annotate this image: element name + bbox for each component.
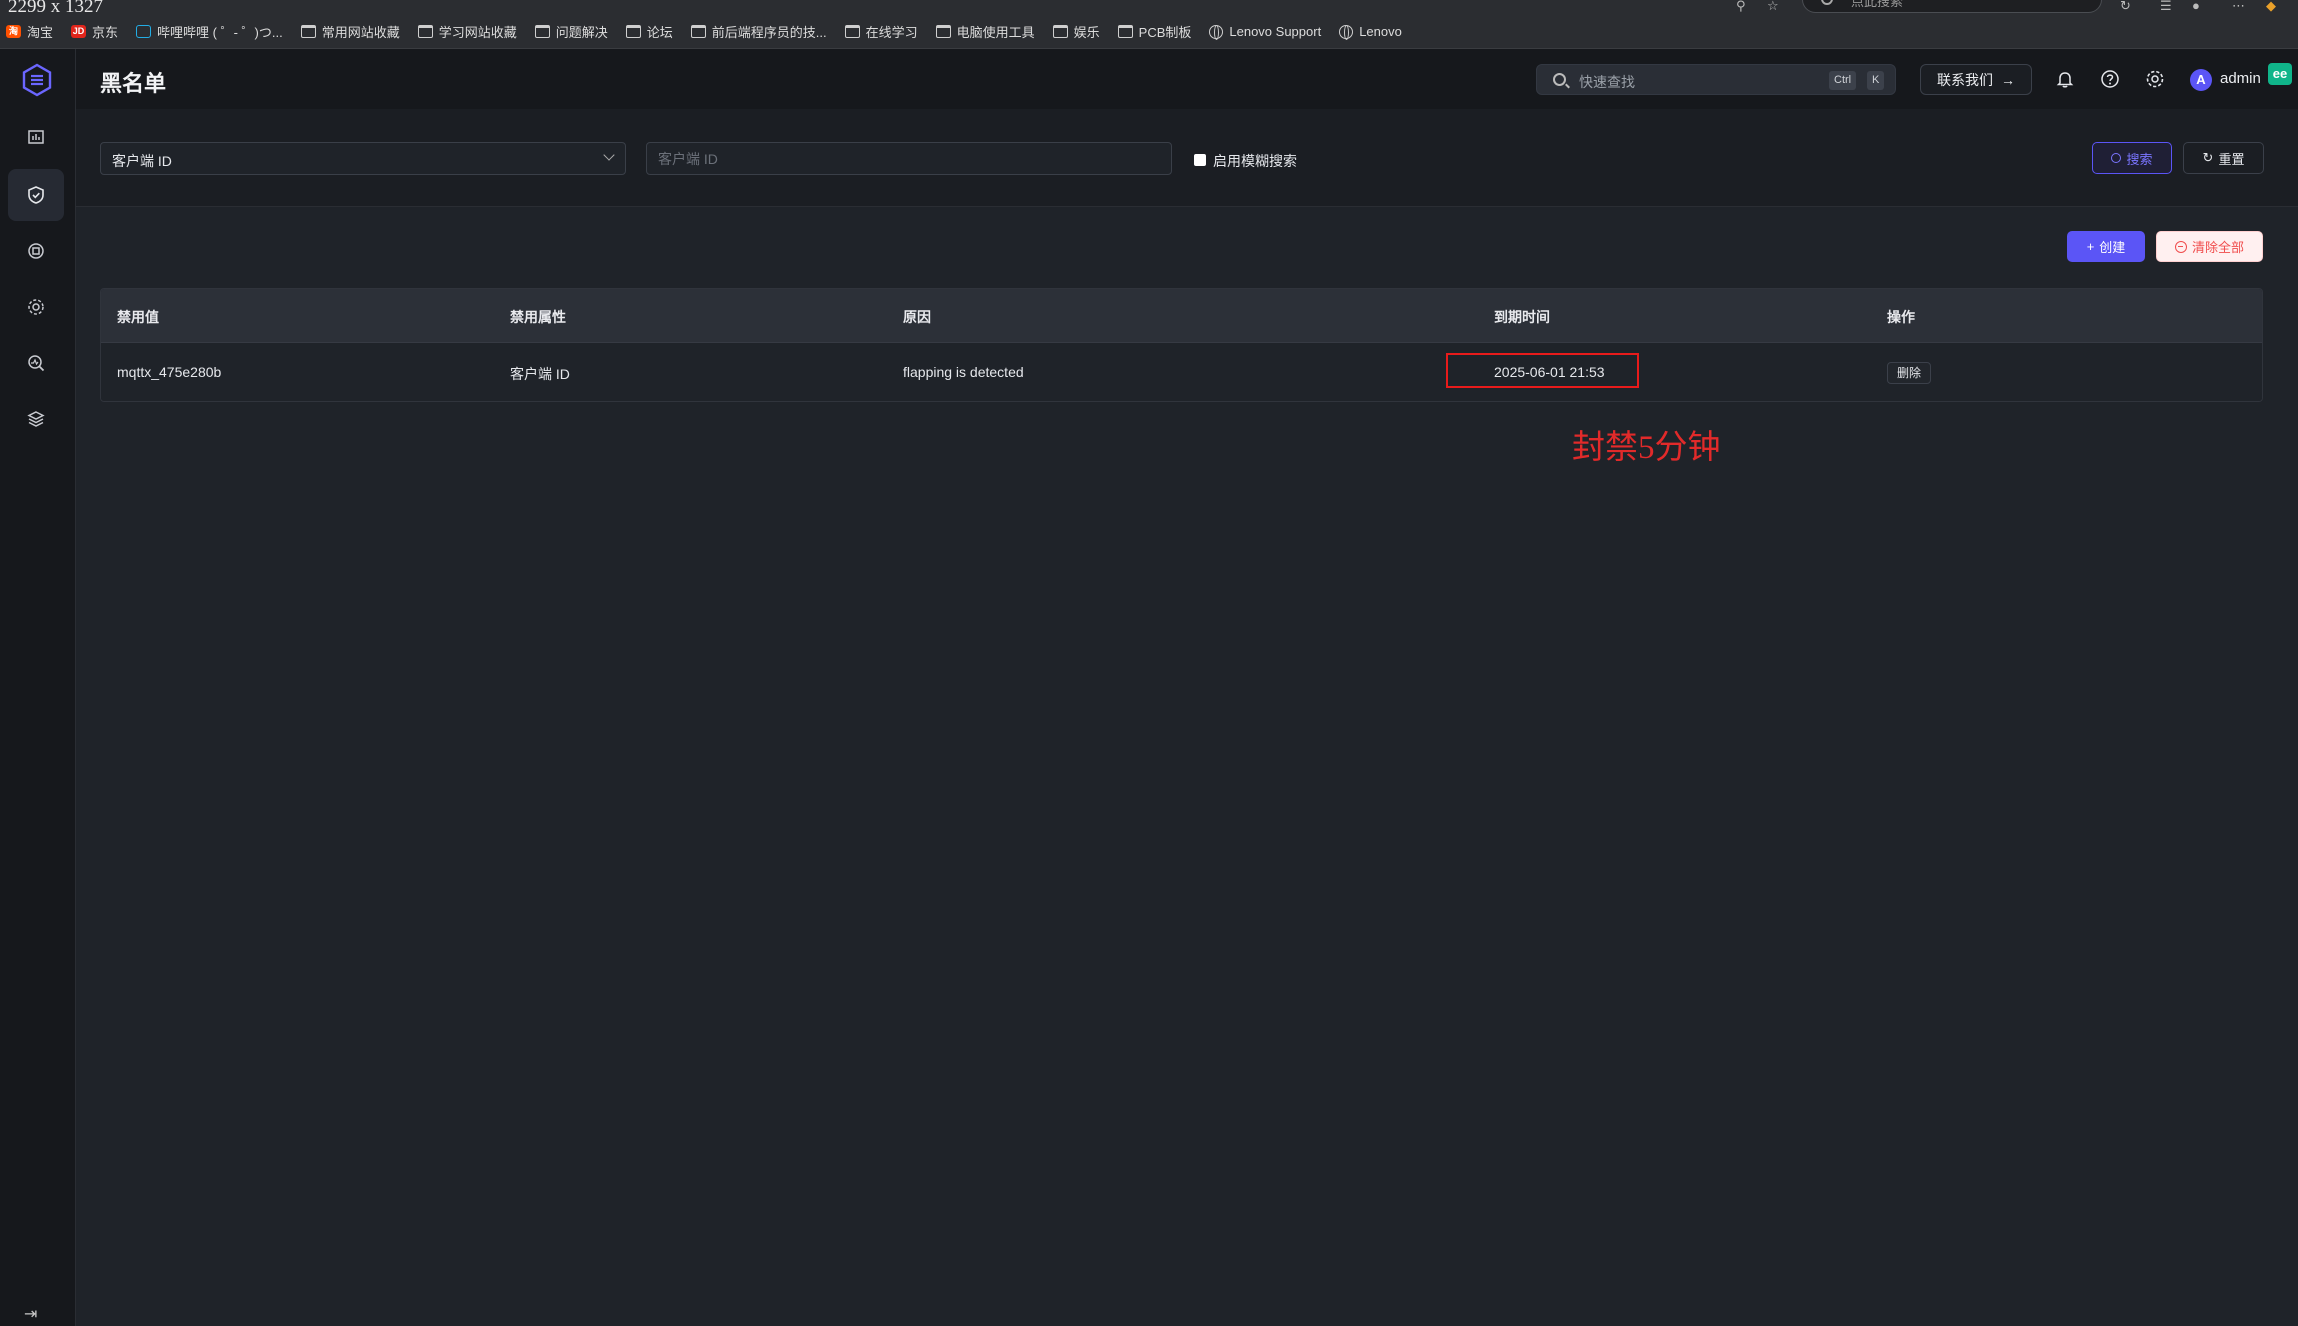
kbd-ctrl: Ctrl: [1829, 71, 1857, 90]
create-button[interactable]: + 创建: [2067, 231, 2145, 262]
bookmark-folder[interactable]: 论坛: [625, 22, 673, 41]
bookmark-folder[interactable]: 问题解决: [534, 22, 608, 41]
copilot-icon[interactable]: ◆: [2266, 0, 2280, 13]
sidebar-item-diagnose[interactable]: [8, 337, 64, 389]
filter-field-select[interactable]: 客户端 ID: [100, 142, 626, 175]
folder-icon: [1052, 25, 1068, 38]
refresh-icon: ↻: [2202, 150, 2214, 165]
bookmark-jd[interactable]: JD 京东: [71, 22, 118, 41]
table-row: mqttx_475e280b 客户端 ID flapping is detect…: [101, 343, 2262, 401]
integration-icon: [28, 243, 44, 259]
search-button[interactable]: 搜索: [2092, 142, 2172, 174]
globe-icon: [1339, 24, 1354, 40]
kbd-k: K: [1867, 71, 1885, 90]
table-header: 禁用值 禁用属性 原因 到期时间 操作: [101, 289, 2262, 343]
reset-button[interactable]: ↻ 重置: [2183, 142, 2264, 174]
cell-reason: flapping is detected: [903, 364, 1024, 380]
bookmark-folder[interactable]: 电脑使用工具: [935, 22, 1035, 41]
minus-circle-icon: [2174, 240, 2187, 253]
extension-badge-icon[interactable]: ee: [2268, 63, 2292, 85]
dashboard-icon: [28, 130, 44, 144]
sidebar-item-dashboard[interactable]: [8, 111, 64, 163]
quick-search-placeholder: 快速查找: [1579, 74, 1635, 90]
gear-icon[interactable]: [2144, 68, 2166, 90]
help-icon[interactable]: [2099, 68, 2121, 90]
folder-icon: [1117, 25, 1133, 38]
emqx-logo-icon[interactable]: [20, 63, 54, 97]
layers-icon: [27, 411, 45, 427]
bilibili-icon: [136, 25, 152, 38]
folder-icon: [935, 25, 951, 38]
bookmark-folder[interactable]: 娱乐: [1052, 22, 1100, 41]
browser-top-bar: 2299 x 1327 ⚲ ☆ 点此搜索 ↻ ☰ ● ⋯ ◆: [0, 0, 2298, 15]
folder-icon: [300, 25, 316, 38]
shield-icon: [28, 186, 44, 204]
folder-icon: [690, 25, 706, 38]
bookmark-lenovo[interactable]: Lenovo: [1339, 24, 1402, 40]
collapse-sidebar-icon[interactable]: ⇥: [24, 1304, 37, 1324]
fuzzy-search-checkbox[interactable]: [1194, 154, 1206, 166]
folder-icon: [844, 25, 860, 38]
bookmark-folder[interactable]: 常用网站收藏: [300, 22, 400, 41]
column-header: 禁用属性: [510, 309, 566, 325]
filter-value-input[interactable]: [646, 142, 1172, 175]
star-icon[interactable]: ☆: [1767, 0, 1781, 13]
username[interactable]: admin: [2220, 70, 2261, 87]
gear-icon: [28, 299, 44, 315]
taobao-icon: 淘: [6, 25, 21, 38]
cell-value: mqttx_475e280b: [117, 364, 222, 380]
browser-search-placeholder: 点此搜索: [1851, 0, 1904, 9]
column-header: 到期时间: [1494, 309, 1550, 325]
bookmarks-bar: 淘淘宝 JD 京东 哔哩哔哩 ( ゜- ゜)つ... 常用网站收藏 学习网站收藏 …: [0, 15, 2298, 49]
plus-icon: +: [2086, 239, 2095, 254]
quick-search-input[interactable]: 快速查找 Ctrl K: [1536, 64, 1896, 95]
bookmark-folder[interactable]: 在线学习: [844, 22, 918, 41]
sidebar-item-management[interactable]: [8, 281, 64, 333]
blacklist-table: 禁用值 禁用属性 原因 到期时间 操作 mqttx_475e280b 客户端 I…: [100, 288, 2263, 402]
clear-all-button[interactable]: 清除全部: [2156, 231, 2263, 262]
delete-button[interactable]: 删除: [1887, 362, 1931, 384]
page-title: 黑名单: [100, 71, 167, 96]
sidebar-item-access-control[interactable]: [8, 169, 64, 221]
sidebar-item-integration[interactable]: [8, 225, 64, 277]
fuzzy-search-label[interactable]: 启用模糊搜索: [1213, 151, 1297, 171]
bell-icon[interactable]: [2054, 68, 2076, 90]
avatar[interactable]: A: [2190, 69, 2212, 91]
refresh-icon[interactable]: ↻: [2120, 0, 2134, 13]
size-readout: 2299 x 1327: [8, 0, 103, 15]
column-header: 禁用值: [117, 309, 159, 325]
header: 黑名单 快速查找 Ctrl K 联系我们 → A admin ee: [76, 49, 2298, 109]
bookmark-folder[interactable]: 前后端程序员的技...: [690, 22, 827, 41]
profile-icon[interactable]: ●: [2192, 0, 2206, 13]
key-icon[interactable]: ⚲: [1736, 0, 1750, 13]
folder-icon: [534, 25, 550, 38]
search-icon: [1553, 73, 1566, 86]
chevron-down-icon: [603, 149, 615, 161]
sidebar: ⇥: [0, 49, 76, 1326]
search-monitor-icon: [28, 355, 45, 372]
browser-search-box[interactable]: 点此搜索: [1802, 0, 2102, 13]
contact-us-button[interactable]: 联系我们 →: [1920, 64, 2032, 95]
bookmark-folder[interactable]: 学习网站收藏: [417, 22, 517, 41]
jd-icon: JD: [71, 25, 87, 38]
folder-icon: [417, 25, 433, 38]
bookmark-bilibili[interactable]: 哔哩哔哩 ( ゜- ゜)つ...: [136, 22, 283, 41]
search-icon: [1821, 0, 1833, 5]
highlight-box: [1446, 353, 1639, 388]
column-header: 操作: [1887, 309, 1915, 325]
bookmark-folder[interactable]: PCB制板: [1117, 22, 1191, 41]
globe-icon: [1209, 24, 1224, 40]
bookmark-taobao[interactable]: 淘淘宝: [6, 22, 53, 41]
arrow-right-icon: →: [2001, 71, 2015, 88]
more-icon[interactable]: ⋯: [2232, 0, 2246, 13]
folder-icon: [625, 25, 641, 38]
sidebar-item-system[interactable]: [8, 393, 64, 445]
favorites-icon[interactable]: ☰: [2160, 0, 2174, 13]
bookmark-lenovo-support[interactable]: Lenovo Support: [1209, 24, 1321, 40]
filter-bar: 客户端 ID 启用模糊搜索 搜索 ↻ 重置: [76, 109, 2298, 207]
search-icon: [2111, 153, 2122, 163]
cell-attribute: 客户端 ID: [510, 366, 570, 382]
column-header: 原因: [903, 309, 931, 325]
annotation-text: 封禁5分钟: [1572, 430, 1721, 466]
